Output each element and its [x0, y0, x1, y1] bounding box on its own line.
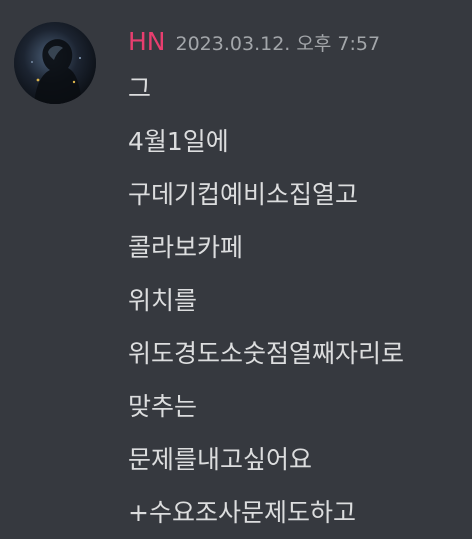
avatar[interactable]	[14, 22, 96, 104]
user-avatar-icon	[14, 22, 96, 104]
message-line: 문제를내고싶어요	[128, 445, 313, 474]
message-line: 위치를	[128, 286, 198, 315]
message-content: 그 4월1일에 구데기컵예비소집열고 콜라보카페 위치를 위도경도소숫점열째자리…	[128, 62, 468, 539]
timestamp[interactable]: 2023.03.12. 오후 7:57	[176, 28, 381, 60]
username[interactable]: HN	[128, 26, 166, 58]
message-line: 4월1일에	[128, 127, 229, 156]
message-line: 위도경도소숫점열째자리로	[128, 339, 405, 368]
message-line: 그	[128, 74, 152, 103]
message-line: 구데기컵예비소집열고	[128, 180, 359, 209]
message-line: 맞추는	[128, 392, 198, 421]
message-header: HN 2023.03.12. 오후 7:57	[128, 26, 380, 58]
message-line: 콜라보카페	[128, 233, 244, 262]
chat-message: HN 2023.03.12. 오후 7:57 그 4월1일에 구데기컵예비소집열고…	[0, 0, 472, 538]
message-line: +수요조사문제도하고	[128, 498, 356, 527]
